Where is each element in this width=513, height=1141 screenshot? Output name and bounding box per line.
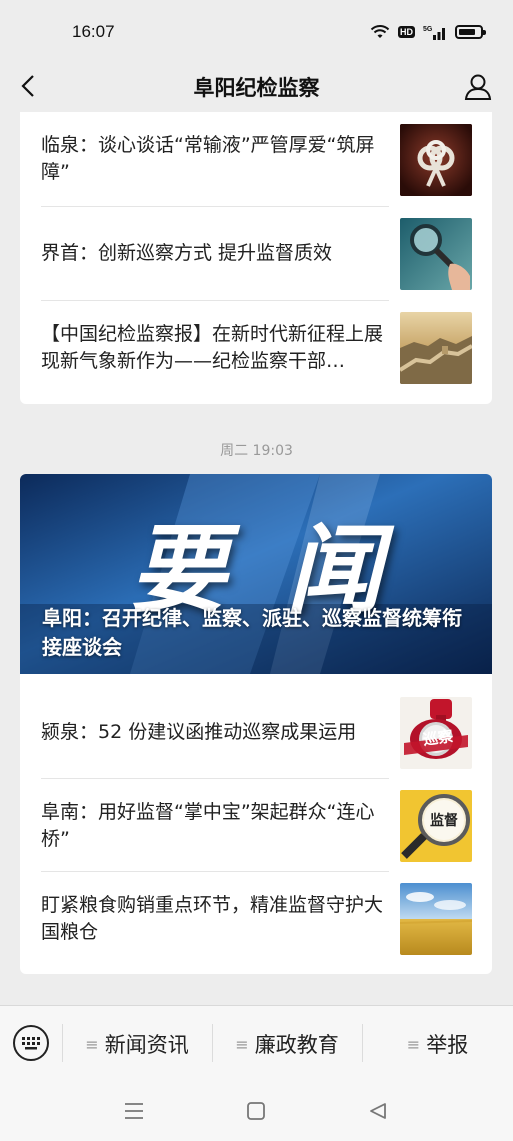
article-item[interactable]: 阜南：用好监督“掌中宝”架起群众“连心桥” 监督 — [41, 779, 472, 872]
wheat-field-image — [400, 883, 472, 955]
menu-lines-icon — [125, 1103, 143, 1119]
keyboard-button[interactable] — [13, 1025, 49, 1061]
page-title: 阜阳纪检监察 — [193, 76, 320, 100]
wifi-icon — [370, 25, 390, 38]
person-icon — [464, 74, 492, 100]
menu-label: 新闻资讯 — [104, 1033, 189, 1057]
thumb-label: 监督 — [430, 813, 458, 829]
article-title: 界首：创新巡察方式 提升监督质效 — [41, 242, 333, 264]
article-title: 阜南：用好监督“掌中宝”架起群众“连心桥” — [41, 800, 375, 850]
magnifier-image — [400, 218, 472, 290]
home-button[interactable] — [242, 1097, 270, 1125]
banner-caption: 阜阳：召开纪律、监察、派驻、巡察监督统筹衔接座谈会 — [42, 606, 462, 659]
triangle-back-icon — [370, 1103, 386, 1119]
menu-label: 廉政教育 — [254, 1033, 339, 1057]
headline-banner[interactable]: 要闻 阜阳：召开纪律、监察、派驻、巡察监督统筹衔接座谈会 — [20, 474, 492, 674]
signal-icon: 5G — [423, 26, 445, 40]
menu-label: 举报 — [426, 1033, 469, 1057]
menu-list-icon: ≡ — [85, 1034, 99, 1054]
article-item[interactable]: 颍泉：52 份建议函推动巡察成果运用 巡察 — [41, 686, 472, 779]
article-item[interactable]: 盯紧粮食购销重点环节，精准监督守护大国粮仓 — [41, 872, 472, 965]
system-nav-bar — [0, 1081, 513, 1141]
article-title: 临泉：谈心谈话“常输液”严管厚爱“筑屏障” — [41, 133, 375, 183]
article-item[interactable]: 【中国纪检监察报】在新时代新征程上展现新气象新作为——纪检监察干部… — [41, 301, 472, 394]
article-title: 颍泉：52 份建议函推动巡察成果运用 — [41, 721, 357, 743]
inspection-stamp-image: 巡察 — [400, 697, 472, 769]
supervision-magnifier-image: 监督 — [400, 790, 472, 862]
menu-list-icon: ≡ — [235, 1034, 249, 1054]
knot-image — [400, 124, 472, 196]
nav-bar: 阜阳纪检监察 — [0, 62, 513, 112]
article-card-1: 临泉：谈心谈话“常输液”严管厚爱“筑屏障” 界首：创新巡察方式 提升监督质效 【… — [20, 112, 492, 404]
message-timestamp: 周二 19:03 — [220, 443, 293, 459]
article-title: 【中国纪检监察报】在新时代新征程上展现新气象新作为——纪检监察干部… — [41, 322, 383, 372]
menu-report[interactable]: ≡ 举报 — [362, 1006, 513, 1082]
square-icon — [247, 1102, 265, 1120]
status-time: 16:07 — [72, 22, 115, 41]
profile-button[interactable] — [463, 72, 493, 102]
svg-text:5G: 5G — [423, 26, 433, 33]
menu-list-icon: ≡ — [406, 1034, 421, 1054]
recent-apps-button[interactable] — [120, 1097, 148, 1125]
great-wall-image — [400, 312, 472, 384]
battery-icon — [455, 25, 486, 39]
article-item[interactable]: 临泉：谈心谈话“常输液”严管厚爱“筑屏障” — [41, 112, 472, 205]
article-item[interactable]: 界首：创新巡察方式 提升监督质效 — [41, 207, 472, 300]
article-title: 盯紧粮食购销重点环节，精准监督守护大国粮仓 — [41, 893, 383, 943]
bottom-menu-bar: ≡ 新闻资讯 ≡ 廉政教育 ≡ 举报 — [0, 1005, 513, 1081]
keyboard-icon — [22, 1037, 40, 1050]
article-card-2: 要闻 阜阳：召开纪律、监察、派驻、巡察监督统筹衔接座谈会 颍泉：52 份建议函推… — [20, 474, 492, 974]
status-bar: 16:07 HD 5G — [0, 0, 513, 62]
menu-news[interactable]: ≡ 新闻资讯 — [62, 1006, 212, 1082]
status-icons: HD 5G — [370, 24, 486, 40]
back-nav-button[interactable] — [364, 1097, 392, 1125]
menu-integrity-education[interactable]: ≡ 廉政教育 — [212, 1006, 362, 1082]
hd-icon: HD — [398, 26, 415, 38]
